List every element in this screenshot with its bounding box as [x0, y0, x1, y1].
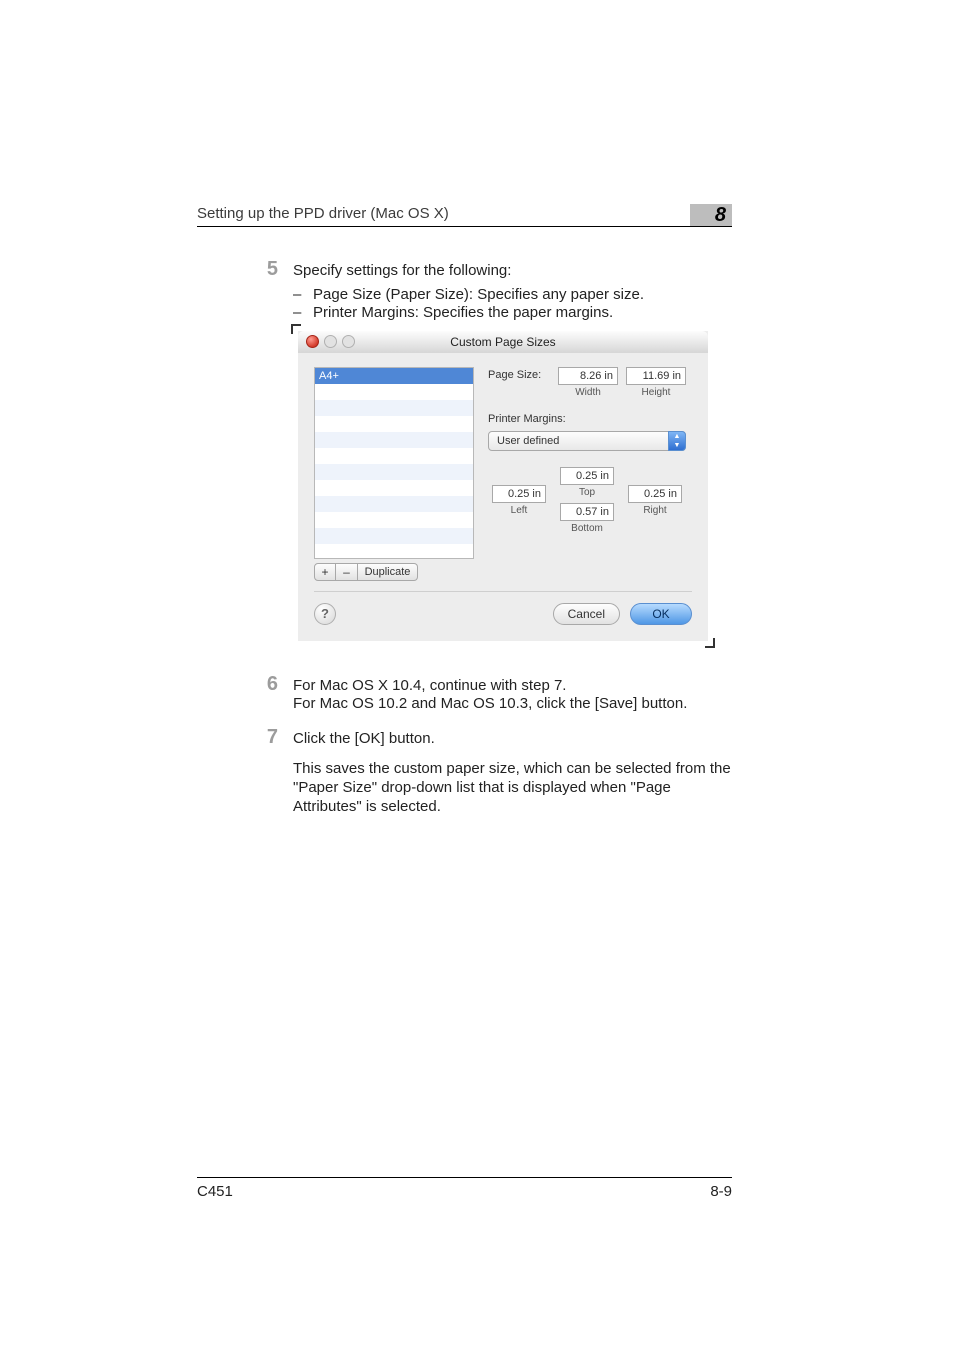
dialog-body: A4+ + – Duplicate — [298, 353, 708, 641]
step-7-line1: Click the [OK] button. — [293, 730, 723, 749]
running-header-title: Setting up the PPD driver (Mac OS X) — [197, 205, 449, 222]
footer-model: C451 — [197, 1183, 233, 1200]
list-item[interactable] — [315, 416, 473, 432]
margin-left-label: Left — [492, 505, 546, 516]
list-item[interactable] — [315, 512, 473, 528]
margin-bottom-field[interactable]: 0.57 in — [560, 503, 614, 521]
list-item[interactable] — [315, 544, 473, 559]
step-7-number: 7 — [258, 726, 278, 749]
dialog-window: Custom Page Sizes A4+ — [298, 331, 708, 641]
footer-page-number: 8-9 — [710, 1183, 732, 1200]
list-item-selected[interactable]: A4+ — [315, 368, 473, 384]
list-item[interactable] — [315, 528, 473, 544]
separator — [314, 591, 692, 592]
titlebar: Custom Page Sizes — [298, 331, 708, 354]
margin-top-field[interactable]: 0.25 in — [560, 467, 614, 485]
chevron-updown-icon — [668, 431, 686, 451]
chapter-badge: 8 — [690, 204, 732, 227]
bullet-dash: – — [293, 286, 313, 303]
step-6-line1: For Mac OS X 10.4, continue with step 7. — [293, 677, 723, 696]
list-item[interactable] — [315, 464, 473, 480]
chapter-number: 8 — [715, 204, 726, 226]
margin-bottom-label: Bottom — [560, 523, 614, 534]
step-5-text: Specify settings for the following: — [293, 262, 723, 281]
ok-button[interactable]: OK — [630, 603, 692, 625]
margin-right-field[interactable]: 0.25 in — [628, 485, 682, 503]
remove-button[interactable]: – — [336, 563, 358, 581]
help-button[interactable]: ? — [314, 603, 336, 625]
bullet-text: Printer Margins: Specifies the paper mar… — [313, 304, 613, 321]
cancel-button[interactable]: Cancel — [553, 603, 620, 625]
header-rule — [197, 226, 732, 227]
list-controls: + – Duplicate — [314, 563, 418, 581]
size-list[interactable]: A4+ — [314, 367, 474, 559]
step-5-number: 5 — [258, 258, 278, 281]
bullet-dash: – — [293, 304, 313, 321]
list-item[interactable] — [315, 384, 473, 400]
step-5-bullet-2: –Printer Margins: Specifies the paper ma… — [293, 304, 733, 321]
list-item[interactable] — [315, 400, 473, 416]
window-title: Custom Page Sizes — [298, 331, 708, 353]
step-6-line2: For Mac OS 10.2 and Mac OS 10.3, click t… — [293, 695, 723, 714]
close-icon[interactable] — [306, 335, 319, 348]
step-6-number: 6 — [258, 673, 278, 696]
page-height-label: Height — [626, 387, 686, 398]
step-7-para: This saves the custom paper size, which … — [293, 760, 731, 816]
page-width-field[interactable]: 8.26 in — [558, 367, 618, 385]
margins-dropdown-value: User defined — [497, 435, 559, 447]
bullet-text: Page Size (Paper Size): Specifies any pa… — [313, 286, 644, 303]
list-item[interactable] — [315, 432, 473, 448]
list-item[interactable] — [315, 480, 473, 496]
add-button[interactable]: + — [314, 563, 336, 581]
dialog-screenshot-frame: Custom Page Sizes A4+ — [293, 326, 713, 646]
step-5-bullet-1: –Page Size (Paper Size): Specifies any p… — [293, 286, 733, 303]
margin-right-label: Right — [628, 505, 682, 516]
page-width-label: Width — [558, 387, 618, 398]
footer-rule — [197, 1177, 732, 1178]
margins-dropdown[interactable]: User defined — [488, 431, 686, 451]
list-item[interactable] — [315, 496, 473, 512]
list-item[interactable] — [315, 448, 473, 464]
page-height-field[interactable]: 11.69 in — [626, 367, 686, 385]
margin-left-field[interactable]: 0.25 in — [492, 485, 546, 503]
margin-top-label: Top — [560, 487, 614, 498]
duplicate-button[interactable]: Duplicate — [358, 563, 418, 581]
page-size-label: Page Size: — [488, 369, 541, 381]
zoom-icon[interactable] — [342, 335, 355, 348]
minimize-icon[interactable] — [324, 335, 337, 348]
page: Setting up the PPD driver (Mac OS X) 8 5… — [0, 0, 954, 1350]
printer-margins-label: Printer Margins: — [488, 413, 566, 425]
